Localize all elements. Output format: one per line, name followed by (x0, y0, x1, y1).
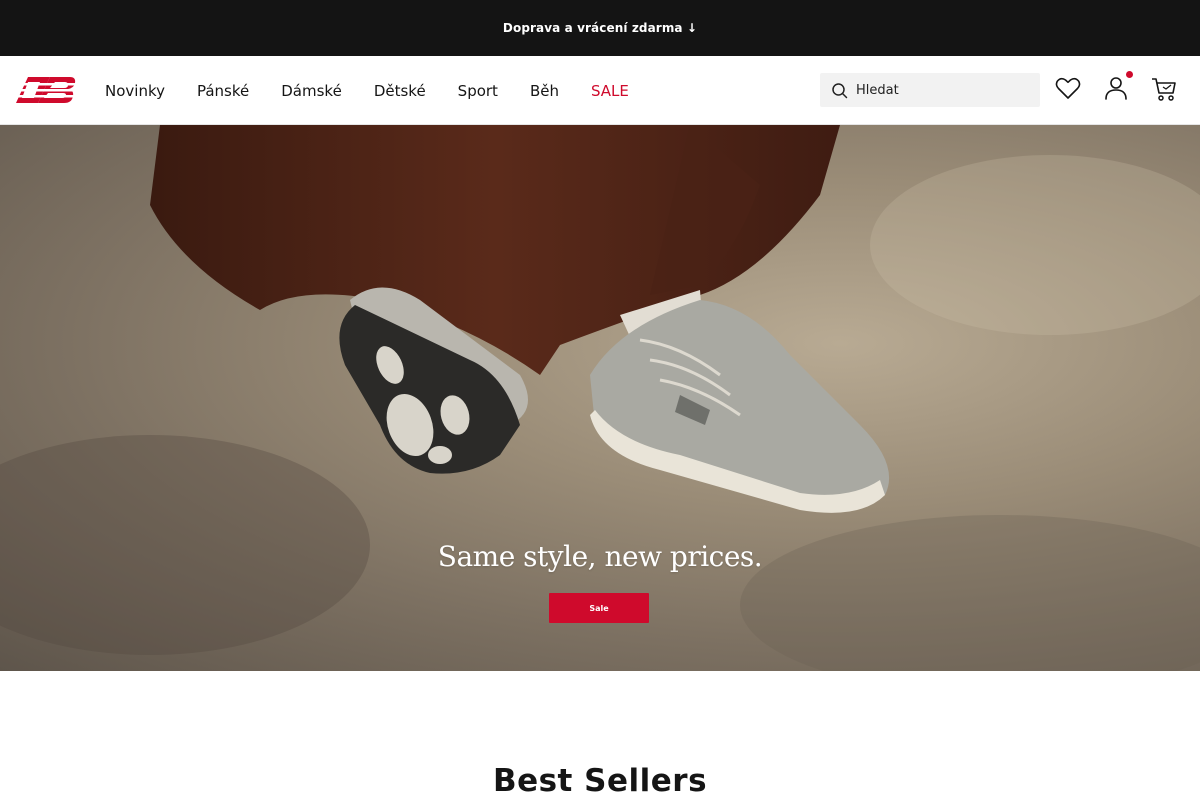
main-nav: Novinky Pánské Dámské Dětské Sport Běh S… (105, 56, 661, 125)
brand-logo[interactable] (16, 75, 76, 105)
hero-banner[interactable]: Same style, new prices. Sale (0, 125, 1200, 671)
account-button[interactable] (1104, 75, 1128, 105)
search-input[interactable] (856, 73, 1036, 107)
site-header: Novinky Pánské Dámské Dětské Sport Běh S… (0, 56, 1200, 125)
cart-button[interactable] (1150, 75, 1178, 107)
notification-dot (1126, 71, 1133, 78)
nav-item-panske[interactable]: Pánské (197, 82, 249, 100)
heart-icon (1055, 77, 1081, 99)
wishlist-button[interactable] (1055, 77, 1081, 105)
search-box (820, 73, 1040, 107)
nav-item-detske[interactable]: Dětské (374, 82, 426, 100)
sale-button[interactable]: Sale (549, 593, 649, 623)
nav-item-damske[interactable]: Dámské (281, 82, 342, 100)
cart-icon (1152, 78, 1176, 101)
promo-bar: Doprava a vrácení zdarma ↓ (0, 0, 1200, 56)
hero-title: Same style, new prices. (437, 540, 763, 573)
nav-item-sport[interactable]: Sport (458, 82, 498, 100)
search-icon[interactable] (831, 82, 849, 100)
user-icon (1105, 77, 1127, 100)
promo-text[interactable]: Doprava a vrácení zdarma ↓ (503, 21, 697, 35)
nav-item-sale[interactable]: SALE (591, 82, 629, 100)
best-sellers-title: Best Sellers (492, 763, 708, 799)
nav-item-novinky[interactable]: Novinky (105, 82, 165, 100)
new-balance-logo (16, 77, 76, 103)
nav-item-beh[interactable]: Běh (530, 82, 559, 100)
hero-image (0, 125, 1200, 671)
